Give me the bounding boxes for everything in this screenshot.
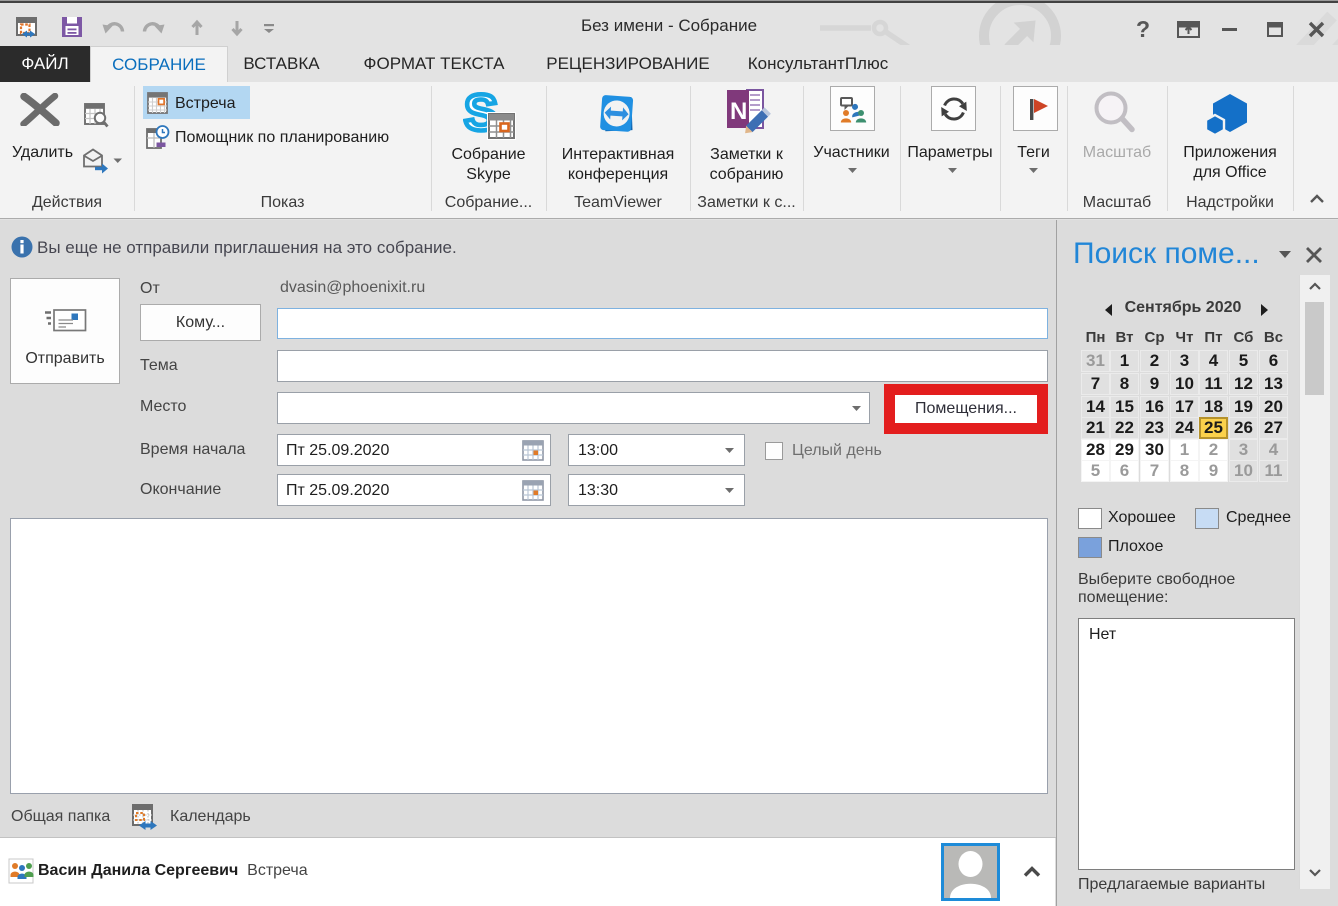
svg-text:N: N [730, 98, 747, 125]
svg-text:?: ? [1136, 16, 1150, 42]
